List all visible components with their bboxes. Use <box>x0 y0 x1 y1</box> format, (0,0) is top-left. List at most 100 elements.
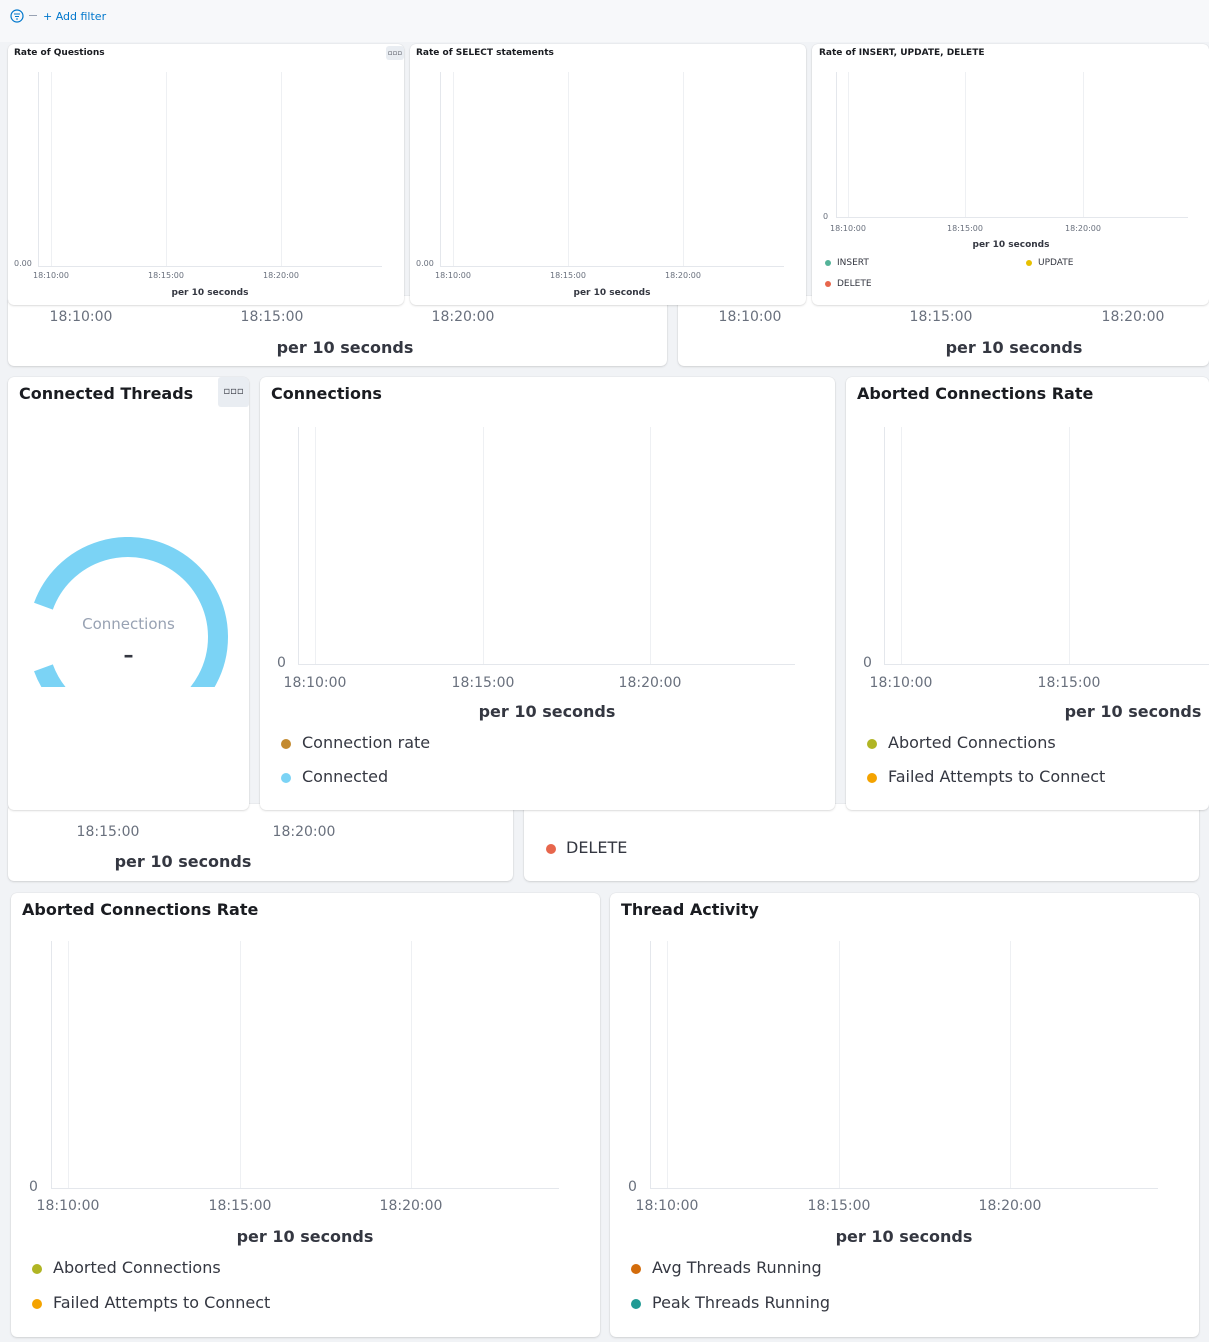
grid-line <box>1010 941 1011 1188</box>
tick-label: 18:15:00 <box>208 1198 272 1214</box>
panel-title: Connections <box>271 384 382 403</box>
legend-item-failed-attempts[interactable]: Failed Attempts to Connect <box>32 1293 270 1312</box>
y-axis-line <box>836 72 837 217</box>
panel-thread-activity: Thread Activity 0 18:10:00 18:15:00 18:2… <box>610 893 1199 1337</box>
legend-label: Failed Attempts to Connect <box>888 767 1106 786</box>
tick-label: 18:20:00 <box>263 271 299 280</box>
tick-label: 18:10:00 <box>36 1198 100 1214</box>
legend-label: Avg Threads Running <box>652 1258 822 1277</box>
panel-behind2-left: 18:15:00 18:20:00 per 10 seconds <box>8 804 513 881</box>
panel-options-button[interactable]: ▫▫▫ <box>218 377 249 407</box>
y-axis-line <box>51 941 52 1188</box>
legend-label: Aborted Connections <box>888 733 1056 752</box>
grid-line <box>453 72 454 266</box>
tick-label: 18:15:00 <box>451 675 515 691</box>
panel-behind-right: 18:10:00 18:15:00 18:20:00 per 10 second… <box>678 296 1209 366</box>
legend-item-peak-threads[interactable]: Peak Threads Running <box>631 1293 830 1312</box>
tick-label: 18:20:00 <box>618 675 682 691</box>
grid-line <box>315 427 316 664</box>
tick-label: 18:10:00 <box>33 271 69 280</box>
grid-line <box>965 72 966 217</box>
tick-label: 18:10:00 <box>635 1198 699 1214</box>
y-axis-line <box>38 72 39 266</box>
legend-item-connection-rate[interactable]: Connection rate <box>281 733 430 752</box>
y-axis-line <box>650 941 651 1188</box>
grid-line <box>901 427 902 664</box>
tick-label: 18:10:00 <box>718 309 782 325</box>
x-axis-title: per 10 seconds <box>276 338 414 357</box>
x-axis-line <box>440 266 784 267</box>
add-filter-link[interactable]: + Add filter <box>43 10 106 23</box>
legend-label: Connected <box>302 767 389 786</box>
legend-dot <box>281 772 291 783</box>
tick-label: 18:10:00 <box>435 271 471 280</box>
filter-icon[interactable] <box>10 8 24 23</box>
legend-label: Peak Threads Running <box>652 1293 831 1312</box>
legend-label: DELETE <box>566 838 628 857</box>
panel-rate-of-questions: Rate of Questions ▫▫▫ 0.00 18:10:00 18:1… <box>8 44 404 305</box>
legend-dot <box>32 1263 42 1274</box>
x-axis-title: per 10 seconds <box>171 288 249 298</box>
panel-behind2-right: DELETE <box>524 804 1199 881</box>
legend-item-connected[interactable]: Connected <box>281 767 388 786</box>
legend-label: Aborted Connections <box>53 1258 221 1277</box>
x-axis-title: per 10 seconds <box>835 1227 973 1246</box>
x-axis-title: per 10 seconds <box>1064 702 1202 721</box>
legend-dot <box>281 738 291 749</box>
tick-label: 18:10:00 <box>283 675 347 691</box>
grid-line <box>51 72 52 266</box>
legend-item-aborted-connections[interactable]: Aborted Connections <box>867 733 1056 752</box>
legend-dot <box>546 843 556 854</box>
legend-dot <box>825 259 831 266</box>
grid-line <box>281 72 282 266</box>
grid-line <box>1069 427 1070 664</box>
legend-dot <box>631 1263 641 1274</box>
legend-item-delete[interactable]: DELETE <box>825 279 872 289</box>
grid-line <box>483 427 484 664</box>
legend-item-failed-attempts[interactable]: Failed Attempts to Connect <box>867 767 1105 786</box>
y-axis-line <box>440 72 441 266</box>
panel-title: Aborted Connections Rate <box>857 384 1094 403</box>
panel-aborted-connections-top: Aborted Connections Rate 0 18:10:00 18:1… <box>846 377 1209 810</box>
tick-label: 18:15:00 <box>807 1198 871 1214</box>
x-axis-title: per 10 seconds <box>236 1227 374 1246</box>
y-axis-line <box>298 427 299 664</box>
panel-rate-of-iud: Rate of INSERT, UPDATE, DELETE 0 18:10:0… <box>812 44 1209 305</box>
legend-label: Failed Attempts to Connect <box>53 1293 271 1312</box>
panel-behind-left: 18:10:00 18:15:00 18:20:00 per 10 second… <box>8 296 667 366</box>
tick-label: 18:15:00 <box>947 224 983 233</box>
legend-dot <box>867 738 877 749</box>
grid-line <box>683 72 684 266</box>
x-axis-line <box>836 217 1188 218</box>
tick-label: 18:20:00 <box>431 309 495 325</box>
tick-label: 18:15:00 <box>550 271 586 280</box>
tick-label: 18:20:00 <box>272 824 336 840</box>
tick-label: 18:10:00 <box>869 675 933 691</box>
legend-item-update[interactable]: UPDATE <box>1026 258 1073 268</box>
panel-connections: Connections 0 18:10:00 18:15:00 18:20:00… <box>260 377 835 810</box>
legend-item-aborted-connections[interactable]: Aborted Connections <box>32 1258 221 1277</box>
legend-dot <box>867 772 877 783</box>
grid-line <box>568 72 569 266</box>
tick-label: 18:20:00 <box>978 1198 1042 1214</box>
legend-item-delete[interactable]: DELETE <box>546 838 627 857</box>
x-axis-line <box>298 664 795 665</box>
panel-title: Rate of INSERT, UPDATE, DELETE <box>819 48 985 58</box>
tick-label: 18:10:00 <box>49 309 113 325</box>
panel-options-button[interactable]: ▫▫▫ <box>386 46 404 60</box>
legend-item-insert[interactable]: INSERT <box>825 258 869 268</box>
y-tick-zero: 0 <box>628 1179 637 1195</box>
legend-item-avg-threads[interactable]: Avg Threads Running <box>631 1258 822 1277</box>
panel-title: Connected Threads <box>19 384 194 403</box>
legend-dot <box>825 280 831 287</box>
tick-label: 18:20:00 <box>379 1198 443 1214</box>
filter-bar: + Add filter <box>0 0 1209 42</box>
tick-label: 18:20:00 <box>1101 309 1165 325</box>
grid-line <box>166 72 167 266</box>
gauge-value: – <box>123 643 134 667</box>
panel-title: Rate of Questions <box>14 48 105 58</box>
x-axis-line <box>51 1188 559 1189</box>
y-tick-zero: 0 <box>863 655 872 671</box>
grid-line <box>411 941 412 1188</box>
legend-label: DELETE <box>837 279 872 289</box>
